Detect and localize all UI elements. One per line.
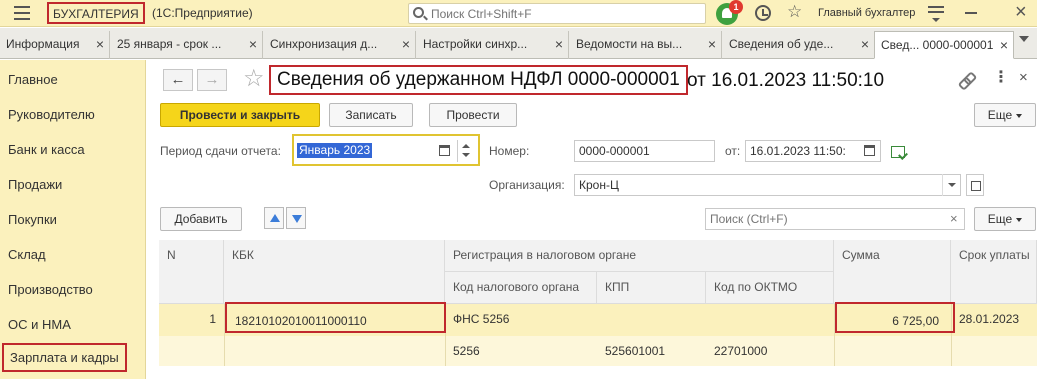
tab-ndfl-list[interactable]: Сведения об уде... × [723, 31, 875, 59]
kbk-highlight [225, 302, 446, 333]
number-label: Номер: [489, 144, 530, 158]
close-tab-icon[interactable]: × [861, 36, 869, 52]
sidebar-item-bank[interactable]: Банк и касса [8, 142, 85, 157]
sidebar-item-warehouse[interactable]: Склад [8, 247, 46, 262]
close-document-icon[interactable]: × [1019, 68, 1028, 88]
sidebar-item-purchases[interactable]: Покупки [8, 212, 57, 227]
sidebar-item-sales[interactable]: Продажи [8, 177, 62, 192]
date-value: 16.01.2023 11:50: [750, 144, 846, 158]
sidebar-item-main[interactable]: Главное [8, 72, 58, 87]
cell-oktmo[interactable]: 22701000 [706, 336, 834, 366]
link-icon[interactable] [959, 72, 973, 86]
open-tabs-bar: Информация × 25 января - срок ... × Синхро… [0, 28, 1037, 59]
favorite-star-icon[interactable]: ☆ [243, 65, 265, 93]
chevron-down-icon [1016, 217, 1023, 222]
sidebar-item-assets[interactable]: ОС и НМА [8, 317, 71, 332]
period-value: Январь 2023 [297, 143, 373, 158]
sidebar-item-payroll[interactable]: Зарплата и кадры [2, 343, 127, 372]
period-stepper[interactable] [457, 140, 473, 162]
close-window-icon[interactable]: × [1015, 1, 1027, 23]
ndfl-table: N КБК Регистрация в налоговом органе Код… [159, 240, 1037, 379]
chevron-down-icon [1016, 113, 1023, 118]
add-row-button[interactable]: Добавить [160, 207, 242, 231]
tab-sync[interactable]: Синхронизация д... × [264, 31, 416, 59]
column-header-tax-code[interactable]: Код налогового органа [445, 272, 597, 304]
period-label: Период сдачи отчета: [160, 144, 281, 158]
sections-sidebar: Главное Руководителю Банк и касса Продаж… [0, 60, 146, 379]
settings-menu-icon[interactable] [928, 6, 944, 22]
more-button-label: Еще [987, 108, 1013, 122]
forward-arrow-icon[interactable]: → [197, 69, 227, 91]
main-menu-icon[interactable] [14, 6, 30, 20]
organization-field[interactable]: Крон-Ц [574, 174, 961, 196]
cell-registration[interactable]: ФНС 5256 [445, 304, 834, 334]
number-field[interactable]: 0000-000001 [574, 140, 715, 162]
more-actions-icon[interactable]: ⋮ [993, 68, 1009, 88]
minimize-icon[interactable] [965, 12, 977, 14]
sidebar-item-management[interactable]: Руководителю [8, 107, 95, 122]
tab-info[interactable]: Информация × [0, 31, 110, 59]
move-down-arrow-icon[interactable] [286, 207, 306, 229]
tab-sync-settings[interactable]: Настройки синхр... × [417, 31, 569, 59]
save-button[interactable]: Записать [329, 103, 413, 127]
column-header-kpp[interactable]: КПП [597, 272, 706, 304]
table-more-button[interactable]: Еще [974, 207, 1036, 231]
tab-ndfl-doc[interactable]: Свед... 0000-000001 × [874, 31, 1014, 59]
date-field[interactable]: 16.01.2023 11:50: [745, 140, 881, 162]
organization-dropdown-icon[interactable] [942, 174, 960, 196]
column-header-oktmo[interactable]: Код по ОКТМО [706, 272, 834, 304]
cell-due-date[interactable]: 28.01.2023 [951, 304, 1037, 334]
more-button[interactable]: Еще [974, 103, 1036, 127]
notifications-badge: 1 [729, 0, 743, 14]
document-date-title: от 16.01.2023 11:50:10 [687, 70, 885, 91]
close-tab-icon[interactable]: × [1000, 37, 1008, 53]
document-form: ← → ☆ Сведения об удержанном НДФЛ 0000-0… [147, 60, 1037, 379]
column-header-due-date[interactable]: Срок уплаты [951, 240, 1037, 304]
date-label: от: [725, 144, 741, 158]
history-icon[interactable] [755, 5, 771, 21]
close-tab-icon[interactable]: × [249, 36, 257, 52]
global-search[interactable] [408, 3, 706, 24]
favorites-star-icon[interactable]: ☆ [787, 2, 802, 22]
organization-value: Крон-Ц [579, 178, 619, 192]
post-button[interactable]: Провести [429, 103, 517, 127]
document-status-icon[interactable] [891, 146, 905, 158]
organization-label: Организация: [489, 178, 565, 192]
search-icon [413, 7, 424, 18]
sidebar-item-production[interactable]: Производство [8, 282, 93, 297]
move-up-arrow-icon[interactable] [264, 207, 284, 229]
post-and-close-button[interactable]: Провести и закрыть [160, 103, 320, 127]
open-organization-icon[interactable] [966, 174, 984, 196]
cell-tax-code[interactable]: 5256 [445, 336, 597, 366]
app-title: БУХГАЛТЕРИЯ [47, 2, 145, 24]
document-title: Сведения об удержанном НДФЛ 0000-000001 [269, 65, 688, 95]
close-tab-icon[interactable]: × [708, 36, 716, 52]
column-group-registration: Регистрация в налоговом органе [445, 240, 834, 272]
close-tab-icon[interactable]: × [402, 36, 410, 52]
column-header-kbk[interactable]: КБК [224, 240, 445, 304]
top-bar: БУХГАЛТЕРИЯ (1С:Предприятие) 1 ☆ Главный… [0, 0, 1037, 27]
tabs-more-chevron-down-icon[interactable] [1019, 36, 1029, 42]
calendar-icon[interactable] [439, 145, 450, 156]
tab-statements[interactable]: Ведомости на вы... × [570, 31, 722, 59]
table-search[interactable]: × [705, 208, 965, 230]
current-user[interactable]: Главный бухгалтер [818, 7, 915, 19]
date-calendar-icon[interactable] [864, 145, 875, 156]
global-search-input[interactable] [431, 6, 701, 22]
cell-kpp[interactable]: 525601001 [597, 336, 706, 366]
table-more-label: Еще [987, 212, 1013, 226]
column-header-sum[interactable]: Сумма [834, 240, 951, 304]
table-search-input[interactable] [710, 212, 940, 226]
tab-deadline[interactable]: 25 января - срок ... × [111, 31, 263, 59]
sum-highlight [835, 302, 955, 333]
cell-n[interactable]: 1 [159, 304, 224, 334]
close-tab-icon[interactable]: × [555, 36, 563, 52]
back-arrow-icon[interactable]: ← [163, 69, 193, 91]
close-tab-icon[interactable]: × [96, 36, 104, 52]
period-field[interactable]: Январь 2023 [292, 134, 480, 166]
column-header-n[interactable]: N [159, 240, 224, 304]
clear-search-icon[interactable]: × [950, 211, 958, 226]
app-subtitle: (1С:Предприятие) [152, 6, 253, 20]
